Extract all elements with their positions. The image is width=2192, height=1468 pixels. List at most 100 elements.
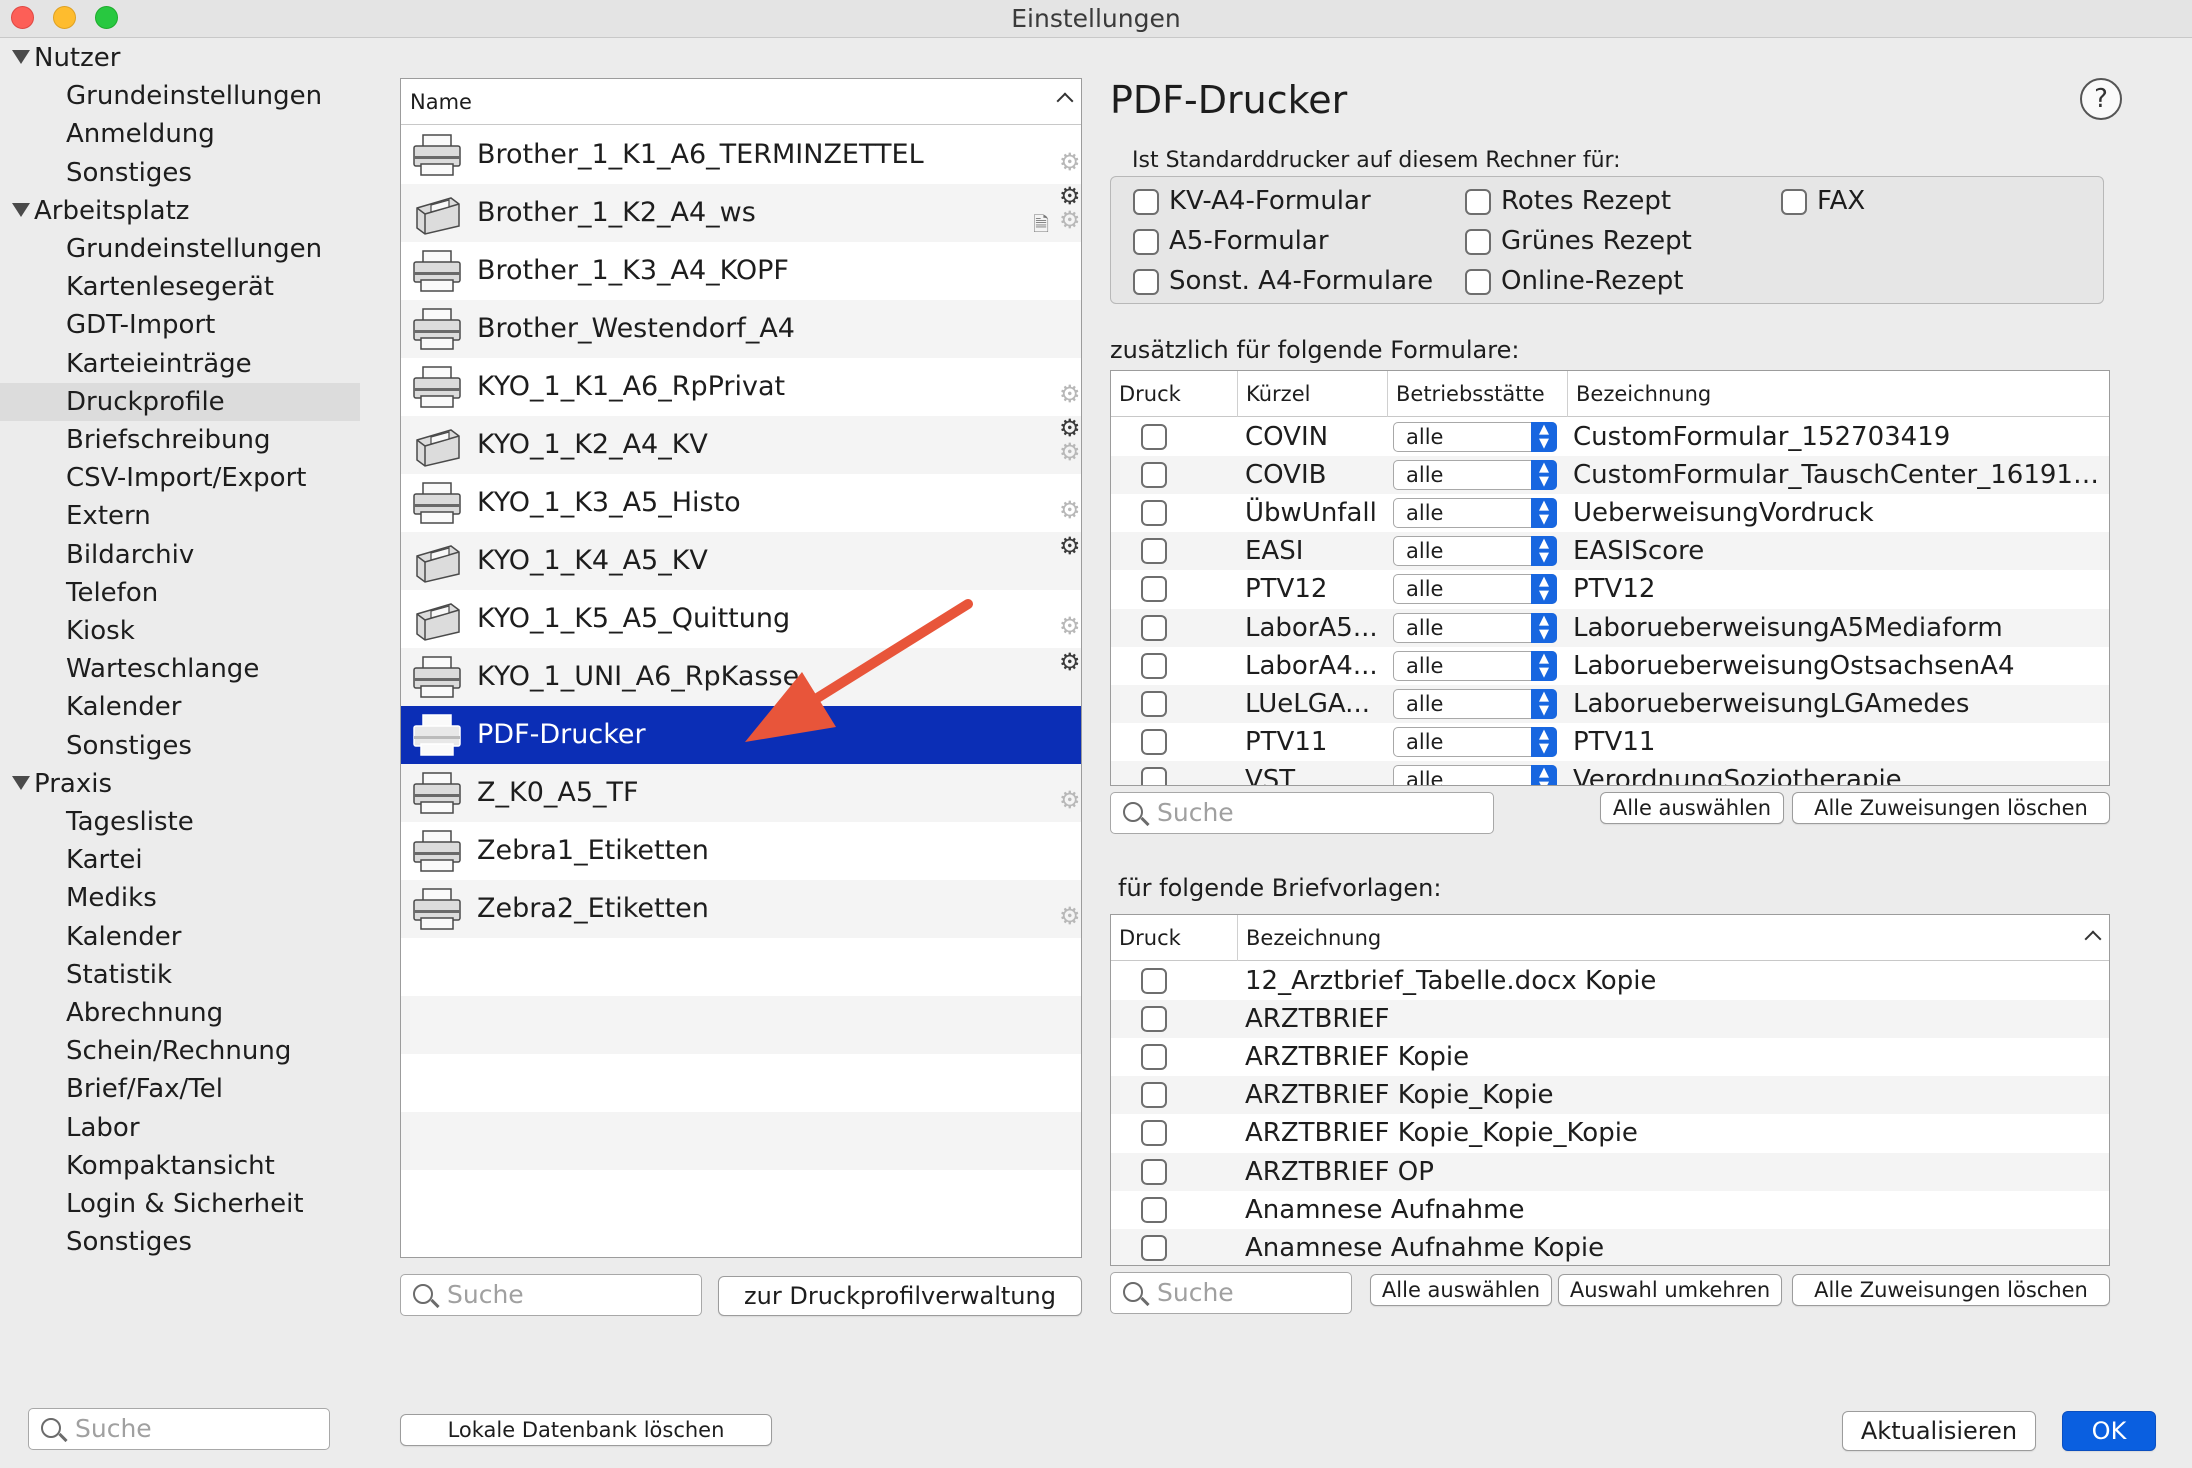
form-row[interactable]: ÜbwUnfall alle ▲ ▼ UeberweisungVordruck — [1111, 494, 2109, 532]
form-print-checkbox[interactable] — [1141, 462, 1167, 489]
printer-row[interactable]: Brother_1_K3_A4_KOPF — [401, 242, 1081, 300]
sidebar-item-statistik[interactable]: Statistik — [0, 956, 360, 994]
forms-col-druck[interactable]: Druck — [1111, 371, 1237, 417]
sidebar-group-nutzer[interactable]: Nutzer — [0, 39, 360, 77]
letters-select-all-button[interactable]: Alle auswählen — [1370, 1274, 1552, 1306]
gear-icon[interactable]: ⚙ — [1059, 650, 1081, 674]
site-select[interactable]: alle ▲▼ — [1393, 688, 1557, 719]
form-row[interactable]: COVIB alle ▲ ▼ CustomFormular_TauschCenter_1… — [1111, 456, 2109, 495]
printer-row[interactable]: KYO_1_K4_A5_KV ⚙ — [401, 532, 1081, 590]
sidebar-item-kalender[interactable]: Kalender — [0, 918, 360, 956]
sidebar-item-karteieinträge[interactable]: Karteieinträge — [0, 345, 360, 383]
sidebar-item-login-sicherheit[interactable]: Login & Sicherheit — [0, 1185, 360, 1223]
form-row[interactable]: PTV11 alle ▲ ▼ PTV11 — [1111, 723, 2109, 761]
site-select[interactable]: alle ▲▼ — [1393, 764, 1557, 785]
sidebar-item-kartei[interactable]: Kartei — [0, 841, 360, 879]
manage-print-profiles-button[interactable]: zur Druckprofilverwaltung — [718, 1276, 1082, 1316]
form-row[interactable]: EASI alle ▲ ▼ EASIScore — [1111, 532, 2109, 571]
sidebar-item-gdt-import[interactable]: GDT-Import — [0, 306, 360, 344]
form-print-checkbox[interactable] — [1141, 576, 1167, 603]
printer-row[interactable]: KYO_1_UNI_A6_RpKasse ⚙ — [401, 648, 1081, 706]
form-row[interactable]: LaborA5... alle ▲ ▼ LaborueberweisungA5Media… — [1111, 608, 2109, 647]
printer-row[interactable]: Zebra1_Etiketten — [401, 822, 1081, 880]
sidebar-item-brief-fax-tel[interactable]: Brief/Fax/Tel — [0, 1070, 360, 1108]
form-row[interactable]: LaborA4... alle ▲ ▼ LaborueberweisungOstsach… — [1111, 647, 2109, 685]
form-print-checkbox[interactable] — [1141, 500, 1167, 527]
gear-icon[interactable]: ⚙ — [1059, 150, 1081, 174]
form-print-checkbox[interactable] — [1141, 766, 1167, 785]
sidebar-item-bildarchiv[interactable]: Bildarchiv — [0, 536, 360, 574]
letters-col-bezeichnung[interactable]: Bezeichnung — [1237, 915, 2109, 961]
site-select[interactable]: alle ▲▼ — [1393, 498, 1557, 529]
gear-icon[interactable]: ⚙ — [1059, 904, 1081, 928]
site-select[interactable]: alle ▲▼ — [1393, 726, 1557, 757]
checkbox-fax[interactable] — [1781, 189, 1807, 215]
printer-list-header[interactable]: Name — [401, 79, 1081, 125]
sidebar-item-mediks[interactable]: Mediks — [0, 879, 360, 917]
sidebar-item-briefschreibung[interactable]: Briefschreibung — [0, 421, 360, 459]
letters-invert-selection-button[interactable]: Auswahl umkehren — [1558, 1274, 1782, 1306]
letter-row[interactable]: ARZTBRIEF Kopie_Kopie — [1111, 1076, 2109, 1115]
letter-print-checkbox[interactable] — [1141, 968, 1167, 994]
forms-col-bezeichnung[interactable]: Bezeichnung — [1567, 371, 2109, 417]
letter-print-checkbox[interactable] — [1141, 1234, 1167, 1261]
checkbox-rotes-rezept[interactable] — [1465, 189, 1491, 215]
refresh-button[interactable]: Aktualisieren — [1842, 1411, 2036, 1451]
ok-button[interactable]: OK — [2062, 1411, 2156, 1451]
gear-icon[interactable]: ⚙ — [1059, 498, 1081, 522]
printer-row[interactable]: Zebra2_Etiketten ⚙ — [401, 880, 1081, 938]
letter-row[interactable]: ARZTBRIEF OP — [1111, 1152, 2109, 1191]
letter-row[interactable]: Anamnese Aufnahme Kopie — [1111, 1228, 2109, 1265]
letter-print-checkbox[interactable] — [1141, 1120, 1167, 1147]
letter-print-checkbox[interactable] — [1141, 1006, 1167, 1033]
site-select[interactable]: alle ▲▼ — [1393, 422, 1557, 452]
sidebar-item-anmeldung[interactable]: Anmeldung — [0, 115, 360, 153]
sidebar-item-grundeinstellungen[interactable]: Grundeinstellungen — [0, 77, 360, 115]
gear-icon[interactable]: ⚙ — [1059, 788, 1081, 812]
sidebar-item-csv-import-export[interactable]: CSV-Import/Export — [0, 459, 360, 497]
form-row[interactable]: COVIN alle ▲ ▼ CustomFormular_152703419 — [1111, 418, 2109, 456]
sidebar-search-input[interactable]: Suche — [28, 1408, 330, 1450]
site-select[interactable]: alle ▲▼ — [1393, 460, 1557, 491]
gear-icon[interactable]: ⚙ — [1059, 614, 1081, 638]
letter-print-checkbox[interactable] — [1141, 1158, 1167, 1185]
form-print-checkbox[interactable] — [1141, 690, 1167, 717]
sidebar-group-praxis[interactable]: Praxis — [0, 765, 360, 803]
printer-row[interactable]: KYO_1_K5_A5_Quittung ⚙ — [401, 590, 1081, 648]
checkbox-kv-a4-formular[interactable] — [1133, 189, 1159, 215]
printer-row[interactable]: Z_K0_A5_TF ⚙ — [401, 764, 1081, 822]
letters-col-druck[interactable]: Druck — [1111, 915, 1237, 961]
forms-col-betriebsstaette[interactable]: Betriebsstätte — [1387, 371, 1567, 417]
checkbox-a5-formular[interactable] — [1133, 229, 1159, 255]
gear-icon[interactable]: ⚙ — [1059, 534, 1081, 558]
letter-row[interactable]: 12_Arztbrief_Tabelle.docx Kopie — [1111, 962, 2109, 1000]
printer-row[interactable]: Brother_Westendorf_A4 — [401, 300, 1081, 358]
sidebar-item-abrechnung[interactable]: Abrechnung — [0, 994, 360, 1032]
site-select[interactable]: alle ▲▼ — [1393, 612, 1557, 643]
checkbox-online-rezept[interactable] — [1465, 269, 1491, 295]
site-select[interactable]: alle ▲▼ — [1393, 574, 1557, 605]
sidebar-item-kompaktansicht[interactable]: Kompaktansicht — [0, 1147, 360, 1185]
help-button[interactable]: ? — [2080, 78, 2122, 120]
checkbox-sonst-a4-formulare[interactable] — [1133, 269, 1159, 295]
printer-row[interactable]: KYO_1_K3_A5_Histo ⚙ — [401, 474, 1081, 532]
sidebar-item-druckprofile[interactable]: Druckprofile — [0, 382, 360, 421]
letter-row[interactable]: ARZTBRIEF Kopie_Kopie_Kopie — [1111, 1114, 2109, 1152]
letters-search-input[interactable]: Suche — [1110, 1272, 1352, 1314]
sidebar-item-sonstiges[interactable]: Sonstiges — [0, 154, 360, 192]
printer-row[interactable]: Brother_1_K2_A4_ws ⚙ ⚙ 🗎 — [401, 184, 1081, 242]
sidebar-item-sonstiges[interactable]: Sonstiges — [0, 727, 360, 765]
disclosure-triangle-icon[interactable] — [12, 202, 30, 217]
disclosure-triangle-icon[interactable] — [12, 50, 30, 64]
sidebar-item-tagesliste[interactable]: Tagesliste — [0, 803, 360, 841]
printer-row[interactable]: KYO_1_K2_A4_KV ⚙ ⚙ — [401, 416, 1081, 474]
gear-icon[interactable]: ⚙ — [1059, 184, 1081, 208]
delete-local-database-button[interactable]: Lokale Datenbank löschen — [400, 1414, 772, 1446]
forms-col-kuerzel[interactable]: Kürzel — [1237, 371, 1387, 417]
printer-row[interactable]: KYO_1_K1_A6_RpPrivat ⚙ — [401, 358, 1081, 416]
sidebar-group-arbeitsplatz[interactable]: Arbeitsplatz — [0, 192, 360, 230]
sidebar-item-warteschlange[interactable]: Warteschlange — [0, 650, 360, 688]
site-select[interactable]: alle ▲▼ — [1393, 536, 1557, 567]
form-row[interactable]: LUeLGA... alle ▲ ▼ LaborueberweisungLGAmedes — [1111, 684, 2109, 723]
sidebar-item-extern[interactable]: Extern — [0, 497, 360, 535]
